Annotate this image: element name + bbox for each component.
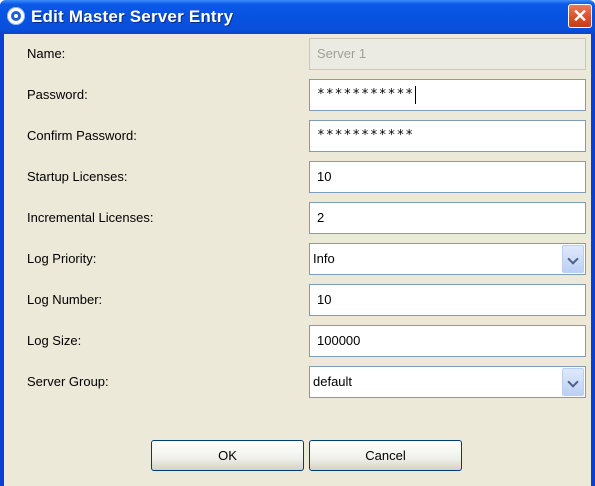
log-priority-row: Log Priority: Info xyxy=(4,239,591,279)
server-group-value: default xyxy=(313,374,353,389)
name-label: Name: xyxy=(27,46,66,61)
close-icon: ✕ xyxy=(572,6,588,26)
startup-licenses-field[interactable]: 10 xyxy=(309,161,586,193)
log-number-field[interactable]: 10 xyxy=(309,284,586,316)
server-group-label: Server Group: xyxy=(27,374,109,389)
incremental-licenses-row: Incremental Licenses: 2 xyxy=(4,198,591,238)
app-icon xyxy=(7,7,25,25)
password-value: *********** xyxy=(317,87,415,102)
dialog-window: Edit Master Server Entry ✕ Name: Server … xyxy=(0,0,595,486)
log-priority-select[interactable]: Info xyxy=(309,243,586,275)
log-number-label: Log Number: xyxy=(27,292,103,307)
name-field: Server 1 xyxy=(309,38,586,70)
password-field[interactable]: *********** xyxy=(309,79,586,111)
log-size-label: Log Size: xyxy=(27,333,82,348)
startup-licenses-row: Startup Licenses: 10 xyxy=(4,157,591,197)
password-row: Password: *********** xyxy=(4,75,591,115)
title-bar[interactable]: Edit Master Server Entry ✕ xyxy=(0,0,595,34)
confirm-password-label: Confirm Password: xyxy=(27,128,137,143)
chevron-down-icon[interactable] xyxy=(562,368,584,396)
ok-button[interactable]: OK xyxy=(151,440,304,471)
log-number-row: Log Number: 10 xyxy=(4,280,591,320)
cancel-button[interactable]: Cancel xyxy=(309,440,462,471)
log-priority-value: Info xyxy=(313,251,335,266)
confirm-password-field[interactable]: *********** xyxy=(309,120,586,152)
startup-licenses-label: Startup Licenses: xyxy=(27,169,128,184)
server-group-row: Server Group: default xyxy=(4,362,591,402)
incremental-licenses-label: Incremental Licenses: xyxy=(27,210,154,225)
name-row: Name: Server 1 xyxy=(4,34,591,74)
log-size-field[interactable]: 100000 xyxy=(309,325,586,357)
chevron-down-icon[interactable] xyxy=(562,245,584,273)
dialog-content: Name: Server 1 Password: *********** Con… xyxy=(4,34,591,486)
log-size-row: Log Size: 100000 xyxy=(4,321,591,361)
incremental-licenses-field[interactable]: 2 xyxy=(309,202,586,234)
log-priority-label: Log Priority: xyxy=(27,251,97,266)
window-title: Edit Master Server Entry xyxy=(31,7,234,26)
server-group-select[interactable]: default xyxy=(309,366,586,398)
text-caret xyxy=(415,85,417,104)
password-label: Password: xyxy=(27,87,88,102)
close-button[interactable]: ✕ xyxy=(568,4,592,28)
confirm-password-row: Confirm Password: *********** xyxy=(4,116,591,156)
